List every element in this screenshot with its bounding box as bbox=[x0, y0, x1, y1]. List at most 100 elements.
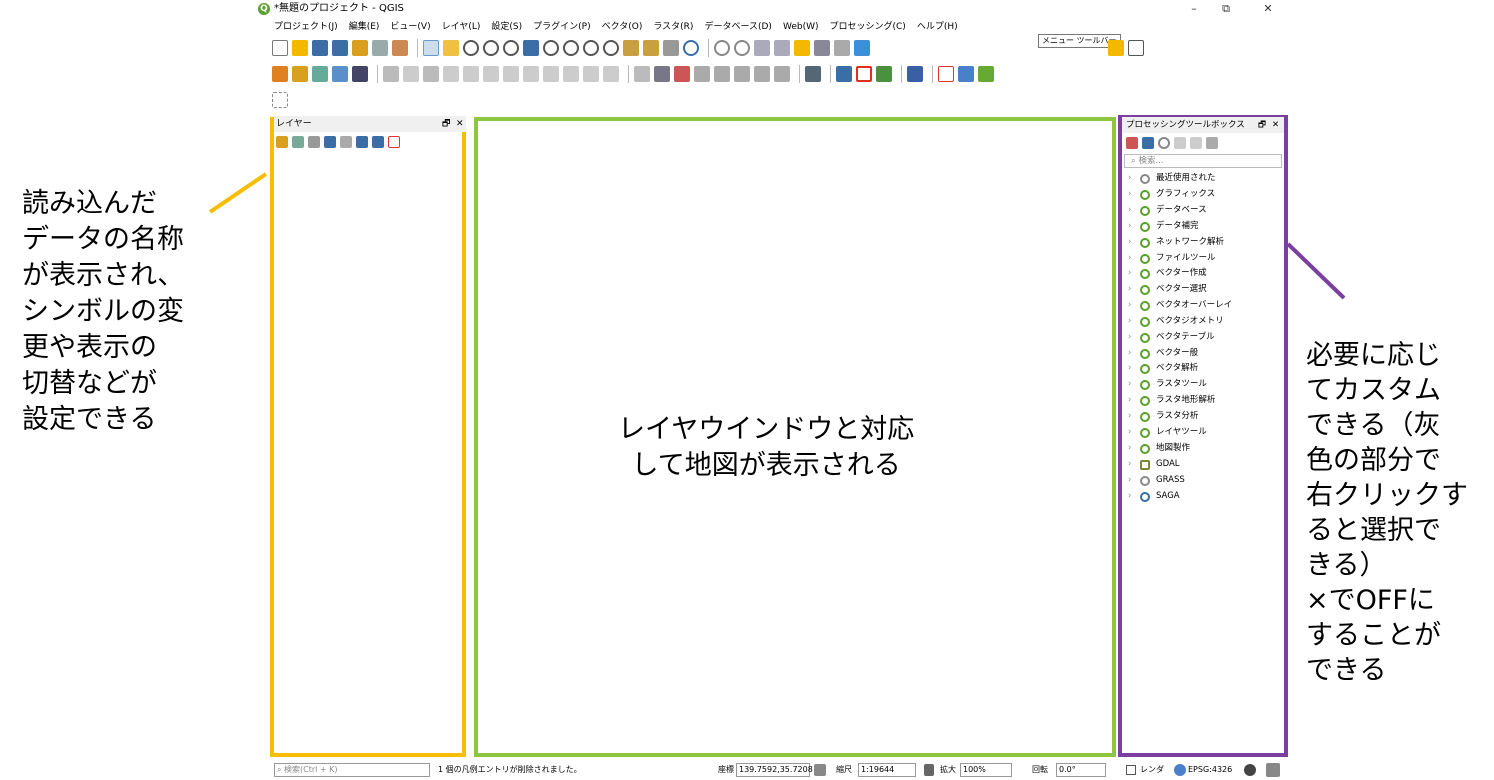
zoom-layer-icon[interactable] bbox=[563, 40, 579, 56]
shortest-path-icon[interactable] bbox=[978, 66, 994, 82]
menu-web[interactable]: Web(W) bbox=[783, 19, 819, 35]
messages-icon[interactable] bbox=[1244, 764, 1256, 776]
menu-processing[interactable]: プロセッシング(C) bbox=[830, 19, 906, 35]
tree-item-vector-selection[interactable]: › ベクター選択 bbox=[1128, 282, 1207, 297]
menu-plugins[interactable]: プラグイン(P) bbox=[533, 19, 590, 35]
coordinate-capture-icon[interactable] bbox=[938, 66, 954, 82]
menu-settings[interactable]: 設定(S) bbox=[491, 19, 522, 35]
tree-item-network-analysis[interactable]: › ネットワーク解析 bbox=[1128, 235, 1224, 250]
statistical-summary-icon[interactable] bbox=[834, 40, 850, 56]
help-contents-icon[interactable] bbox=[907, 66, 923, 82]
new-virtual-layer-icon[interactable] bbox=[352, 66, 368, 82]
tree-item-vector-geometry[interactable]: › ベクタジオメトリ bbox=[1128, 314, 1224, 329]
expand-all-icon[interactable] bbox=[356, 136, 368, 148]
text-annotation-icon[interactable] bbox=[1128, 40, 1144, 56]
identify-icon[interactable] bbox=[714, 40, 730, 56]
scale-field[interactable]: 1:19644 bbox=[858, 763, 916, 777]
tree-item-vector-analysis[interactable]: › ベクタ解析 bbox=[1128, 361, 1198, 376]
menu-view[interactable]: ビュー(V) bbox=[390, 19, 430, 35]
toggle-extents-icon[interactable] bbox=[814, 764, 826, 776]
tree-item-interpolation[interactable]: › データ補完 bbox=[1128, 219, 1199, 234]
tree-item-graphics[interactable]: › グラフィックス bbox=[1128, 187, 1215, 202]
cut-features-icon[interactable] bbox=[523, 66, 539, 82]
tree-item-vector-overlay[interactable]: › ベクタオーバーレイ bbox=[1128, 298, 1232, 313]
processing-search-input[interactable]: ⌕ 検索... bbox=[1124, 154, 1282, 168]
add-group-icon[interactable] bbox=[292, 136, 304, 148]
temporal-controller-icon[interactable] bbox=[663, 40, 679, 56]
zoom-native-icon[interactable] bbox=[503, 40, 519, 56]
tree-item-raster-terrain[interactable]: › ラスタ地形解析 bbox=[1128, 393, 1215, 408]
close-button[interactable]: ✕ bbox=[1254, 0, 1282, 18]
pan-hand-icon[interactable] bbox=[423, 40, 439, 56]
highlight-pinned-labels-icon[interactable] bbox=[674, 66, 690, 82]
settings-gear-icon[interactable] bbox=[854, 40, 870, 56]
save-edits-icon[interactable] bbox=[423, 66, 439, 82]
layer-labeling-icon[interactable] bbox=[654, 66, 670, 82]
close-panel-icon[interactable]: ✕ bbox=[456, 116, 464, 132]
rotation-field[interactable]: 0.0° bbox=[1056, 763, 1106, 777]
action-icon[interactable] bbox=[734, 40, 750, 56]
menu-layer[interactable]: レイヤ(L) bbox=[442, 19, 481, 35]
menu-vector[interactable]: ベクタ(O) bbox=[602, 19, 643, 35]
tree-item-recent[interactable]: › 最近使用された bbox=[1128, 171, 1216, 186]
undo-icon[interactable] bbox=[583, 66, 599, 82]
layout-manager-icon[interactable] bbox=[372, 40, 388, 56]
georeferencer-icon[interactable] bbox=[958, 66, 974, 82]
select-area-icon[interactable] bbox=[272, 92, 288, 108]
float-panel-icon[interactable]: 🗗 bbox=[442, 116, 450, 132]
new-geopackage-icon[interactable] bbox=[292, 66, 308, 82]
modify-attributes-icon[interactable] bbox=[483, 66, 499, 82]
attribute-table-icon[interactable] bbox=[814, 40, 830, 56]
manage-visibility-icon[interactable] bbox=[308, 136, 320, 148]
open-project-icon[interactable] bbox=[292, 40, 308, 56]
filter-expression-icon[interactable] bbox=[340, 136, 352, 148]
new-bookmark-icon[interactable] bbox=[623, 40, 639, 56]
restore-button[interactable]: ⧉ bbox=[1212, 0, 1240, 18]
plugin-manager-icon[interactable] bbox=[805, 66, 821, 82]
profile-tool-icon[interactable] bbox=[876, 66, 892, 82]
tree-item-cartography[interactable]: › 地図製作 bbox=[1128, 441, 1190, 456]
tree-item-saga[interactable]: › SAGA bbox=[1128, 489, 1180, 504]
magnifier-field[interactable]: 100% bbox=[960, 763, 1012, 777]
rotate-label-icon[interactable] bbox=[754, 66, 770, 82]
crs-label[interactable]: EPSG:4326 bbox=[1188, 760, 1232, 780]
collapse-all-icon[interactable] bbox=[372, 136, 384, 148]
zoom-selection-icon[interactable] bbox=[543, 40, 559, 56]
python-console-icon[interactable] bbox=[836, 66, 852, 82]
annotation-icon[interactable] bbox=[1108, 40, 1124, 56]
new-layout-icon[interactable] bbox=[352, 40, 368, 56]
save-as-icon[interactable] bbox=[332, 40, 348, 56]
minimize-button[interactable]: – bbox=[1180, 0, 1208, 18]
processing-model-icon[interactable] bbox=[856, 66, 872, 82]
new-temp-layer-icon[interactable] bbox=[332, 66, 348, 82]
menu-database[interactable]: データベース(D) bbox=[704, 19, 772, 35]
tree-item-grass[interactable]: › GRASS bbox=[1128, 473, 1185, 488]
menu-edit[interactable]: 編集(E) bbox=[349, 19, 380, 35]
menu-help[interactable]: ヘルプ(H) bbox=[917, 19, 958, 35]
notification-icon[interactable] bbox=[1266, 763, 1280, 777]
show-hide-labels-icon[interactable] bbox=[714, 66, 730, 82]
delete-selected-icon[interactable] bbox=[503, 66, 519, 82]
zoom-next-icon[interactable] bbox=[603, 40, 619, 56]
models-icon[interactable] bbox=[1126, 137, 1138, 149]
tree-item-gdal[interactable]: › GDAL bbox=[1128, 457, 1180, 472]
scripts-icon[interactable] bbox=[1142, 137, 1154, 149]
tree-item-raster-analysis[interactable]: › ラスタ分析 bbox=[1128, 409, 1198, 424]
menu-project[interactable]: プロジェクト(J) bbox=[274, 19, 338, 35]
pan-to-selection-icon[interactable] bbox=[443, 40, 459, 56]
zoom-in-icon[interactable] bbox=[463, 40, 479, 56]
history-icon[interactable] bbox=[1158, 137, 1170, 149]
coordinate-field[interactable]: 139.7592,35.7208 bbox=[736, 763, 813, 777]
tree-item-layer-tools[interactable]: › レイヤツール bbox=[1128, 425, 1207, 440]
paste-features-icon[interactable] bbox=[563, 66, 579, 82]
change-label-icon[interactable] bbox=[774, 66, 790, 82]
render-checkbox[interactable] bbox=[1126, 765, 1136, 775]
toggle-editing-icon[interactable] bbox=[403, 66, 419, 82]
crs-globe-icon[interactable] bbox=[1174, 764, 1186, 776]
results-viewer-icon[interactable] bbox=[1174, 137, 1186, 149]
select-by-expression-icon[interactable] bbox=[794, 40, 810, 56]
style-manager-icon[interactable] bbox=[392, 40, 408, 56]
tree-item-vector-general[interactable]: › ベクター般 bbox=[1128, 346, 1198, 361]
refresh-icon[interactable] bbox=[683, 40, 699, 56]
close-panel-icon[interactable]: ✕ bbox=[1272, 117, 1279, 133]
